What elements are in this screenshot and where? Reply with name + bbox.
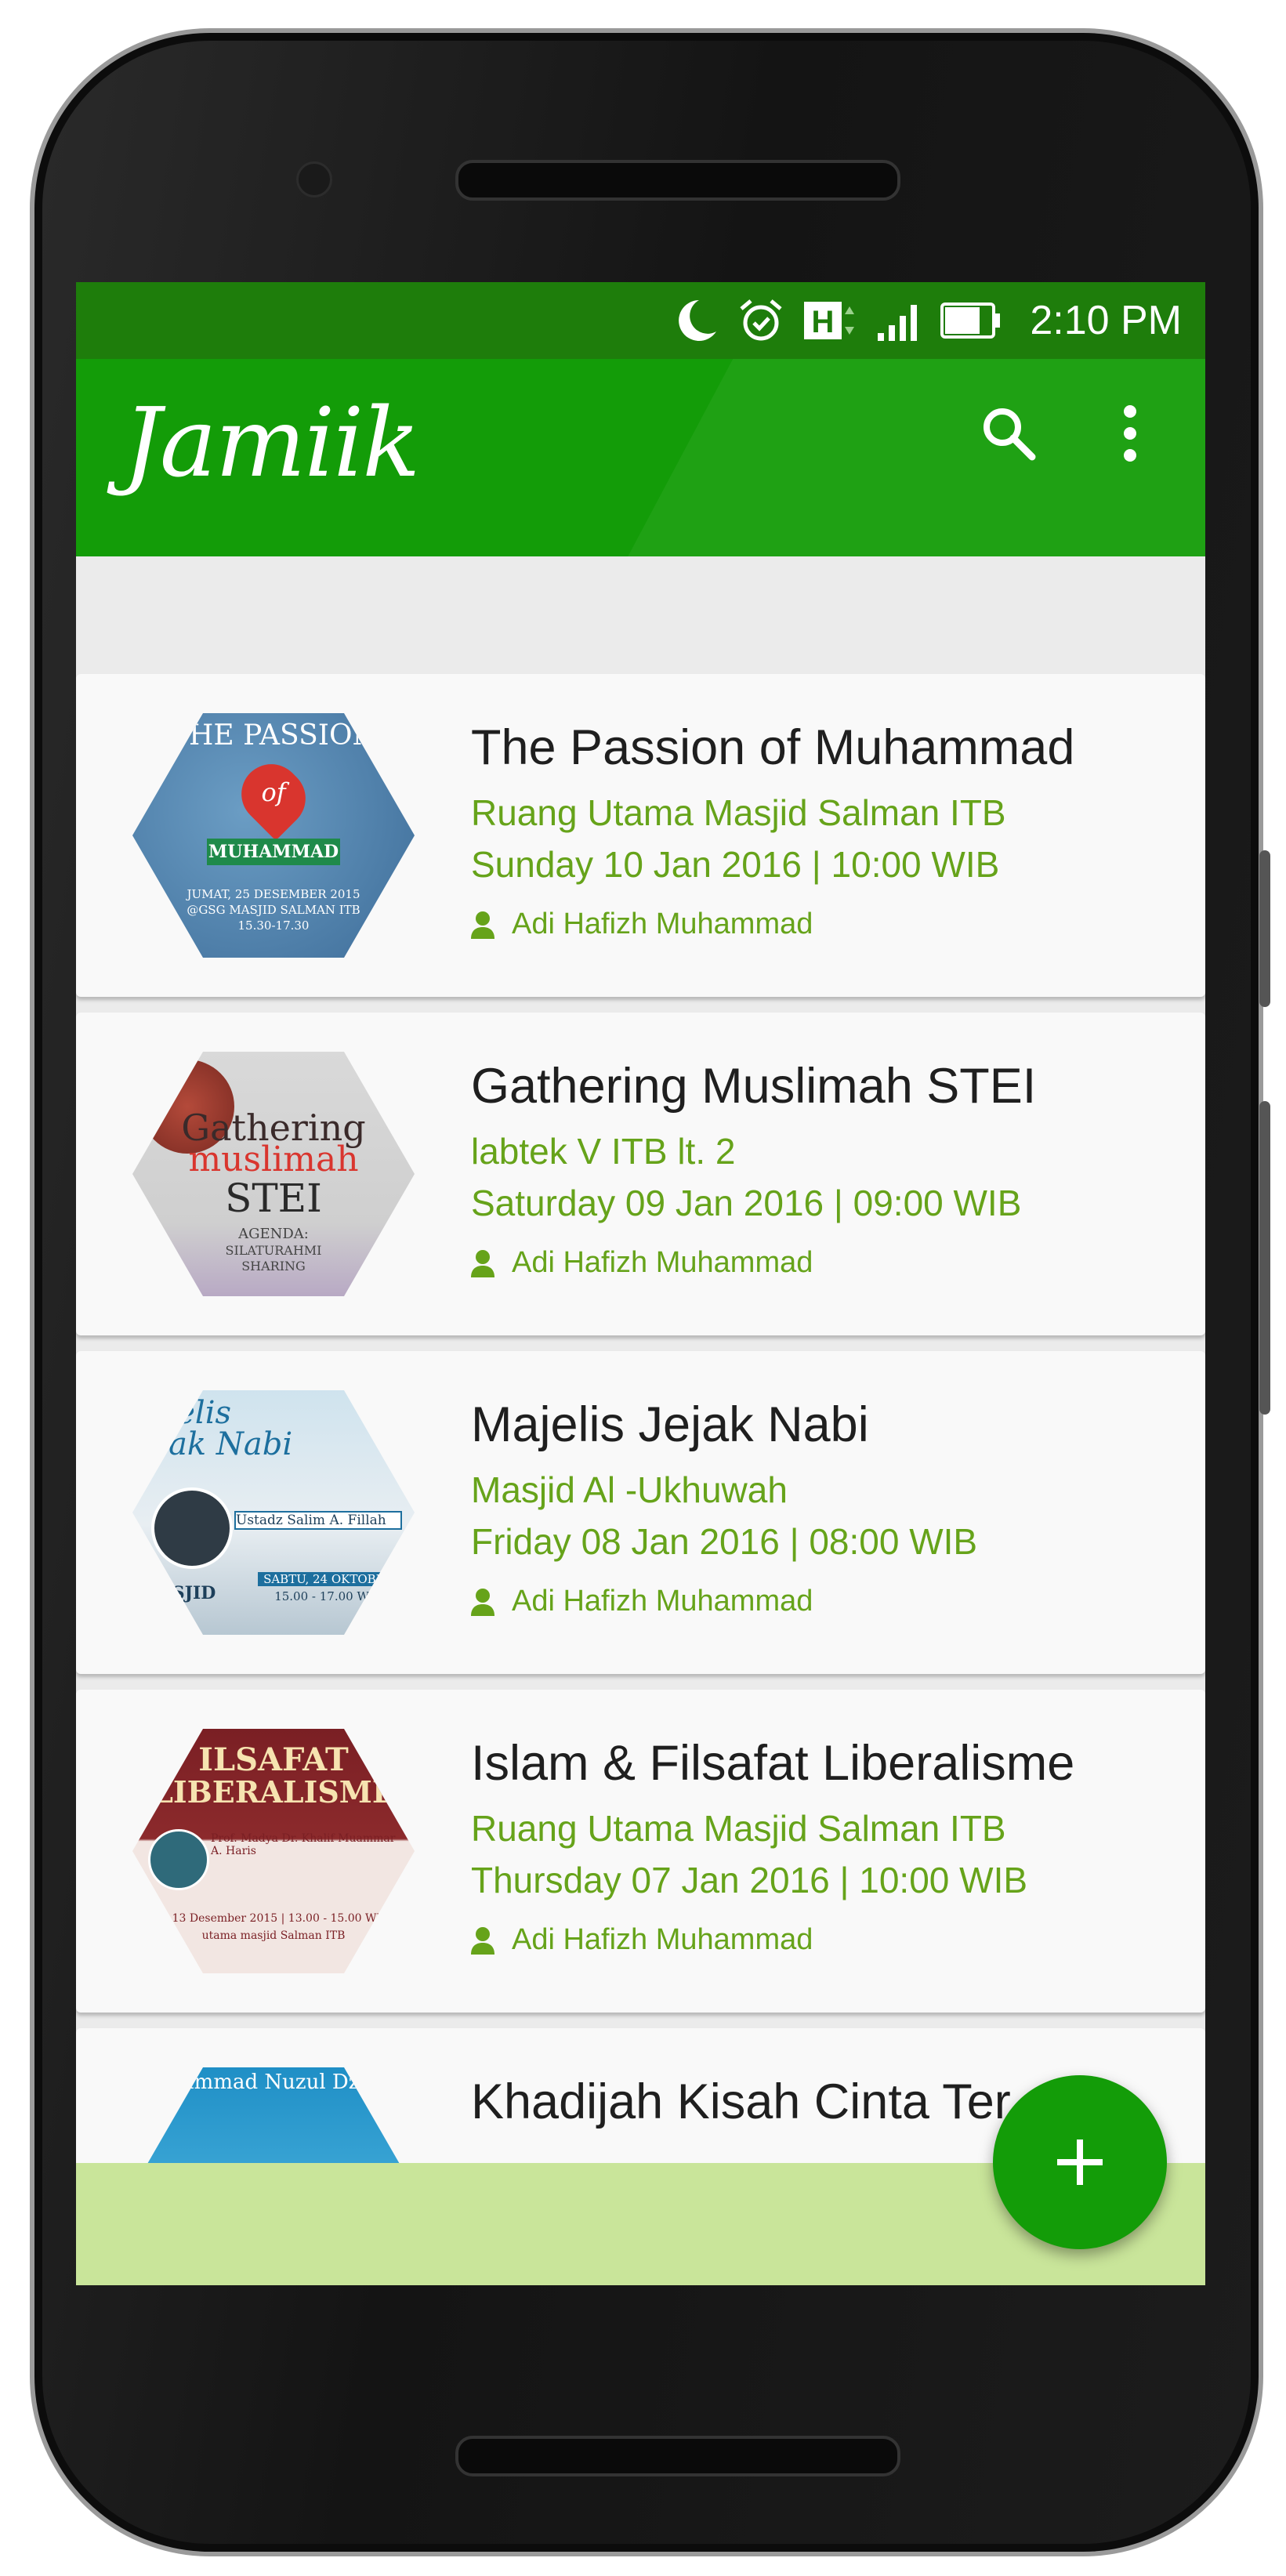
person-icon [471,1588,494,1616]
moon-icon [679,300,717,341]
event-author-name: Adi Hafizh Muhammad [512,1585,813,1618]
event-card[interactable]: THE PASSION of MUHAMMAD JUMAT, 25 DESEMB… [76,674,1205,997]
event-title: Gathering Muslimah STEI [471,1059,1037,1114]
event-author-name: Adi Hafizh Muhammad [512,908,813,940]
event-venue: Ruang Utama Masjid Salman ITB [471,792,1006,833]
app-logo: Jamiik [123,387,420,498]
event-title: Khadijah Kisah Cinta Ter [471,2074,1011,2129]
battery-icon [940,303,1001,339]
power-button [1259,850,1270,1007]
event-date: Saturday 09 Jan 2016 | 09:00 WIB [471,1183,1022,1223]
volume-button [1259,1101,1270,1415]
status-clock: 2:10 PM [1030,298,1182,343]
event-poster: ajelis ejak Nabi Ustadz Salim A. Fillah … [132,1390,415,1635]
event-poster: Gathering muslimah STEI AGENDA: SILATURA… [132,1052,415,1296]
person-icon [471,1249,494,1277]
event-author: Adi Hafizh Muhammad [471,1246,813,1280]
front-camera [296,161,332,197]
event-date: Thursday 07 Jan 2016 | 10:00 WIB [471,1860,1028,1900]
event-date: Sunday 10 Jan 2016 | 10:00 WIB [471,844,1000,885]
bottom-speaker [455,2436,900,2476]
search-button[interactable] [973,398,1044,469]
event-author: Adi Hafizh Muhammad [471,1585,813,1618]
more-options-button[interactable] [1095,398,1165,469]
event-title: Majelis Jejak Nabi [471,1397,869,1452]
add-event-button[interactable] [993,2075,1167,2249]
more-vert-icon [1124,405,1136,462]
plus-icon [1057,2139,1103,2185]
person-icon [471,1926,494,1955]
person-icon [471,911,494,939]
speaker-photo [151,1487,233,1569]
event-poster: THE PASSION of MUHAMMAD JUMAT, 25 DESEMB… [132,713,415,958]
speaker-photo [148,1829,209,1890]
app-screen: H 2:10 PM Jamiik THE PASSION of MUHAMMAD… [76,282,1205,2285]
tab-profile[interactable] [829,539,1205,556]
earpiece-speaker [455,160,900,201]
search-icon [984,408,1036,461]
alarm-icon [740,299,782,341]
event-card[interactable]: ajelis ejak Nabi Ustadz Salim A. Fillah … [76,1351,1205,1674]
event-venue: Ruang Utama Masjid Salman ITB [471,1808,1006,1849]
status-bar: H 2:10 PM [76,282,1205,359]
tab-list[interactable] [76,539,452,556]
tab-map[interactable] [452,539,828,556]
event-card[interactable]: ILSAFAT LIBERALISME Prof. Madya Dr. Khal… [76,1690,1205,2013]
app-bar: Jamiik [76,359,1205,556]
event-card[interactable]: Gathering muslimah STEI AGENDA: SILATURA… [76,1013,1205,1335]
event-venue: Masjid Al -Ukhuwah [471,1469,788,1510]
event-poster: ILSAFAT LIBERALISME Prof. Madya Dr. Khal… [132,1729,415,1973]
event-author-name: Adi Hafizh Muhammad [512,1923,813,1956]
network-h-icon: H [804,302,855,339]
event-author-name: Adi Hafizh Muhammad [512,1246,813,1279]
event-title: Islam & Filsafat Liberalisme [471,1736,1075,1791]
event-author: Adi Hafizh Muhammad [471,1923,813,1957]
event-date: Friday 08 Jan 2016 | 08:00 WIB [471,1521,978,1562]
event-venue: labtek V ITB lt. 2 [471,1131,736,1172]
event-title: The Passion of Muhammad [471,720,1075,775]
svg-text:H: H [812,305,835,339]
signal-icon [878,305,918,341]
event-author: Adi Hafizh Muhammad [471,908,813,941]
tab-bar [76,539,1205,556]
